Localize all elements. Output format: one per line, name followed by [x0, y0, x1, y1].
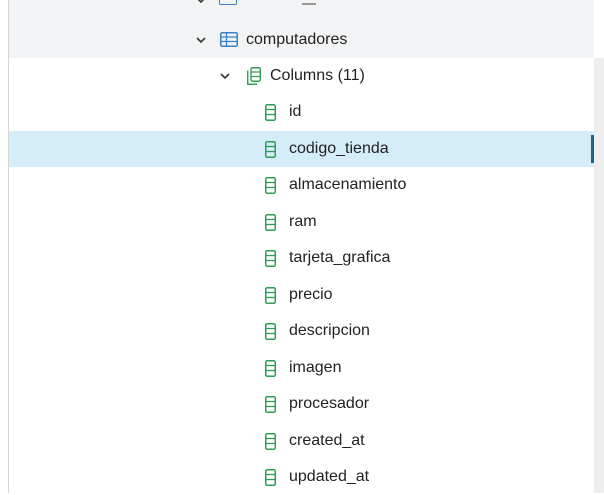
tree-item-column[interactable]: almacenamiento — [9, 167, 594, 203]
vertical-scrollbar[interactable] — [594, 58, 604, 493]
table-label: computadores — [246, 31, 348, 48]
column-icon — [265, 396, 276, 413]
tree-item-table-computadores[interactable]: computadores — [9, 22, 594, 58]
truncated-label — [302, 3, 316, 5]
tree-item-column[interactable]: id — [9, 94, 594, 130]
column-label: descripcion — [289, 322, 370, 339]
tree-item-previous-partial[interactable] — [9, 0, 594, 8]
column-icon — [265, 323, 276, 340]
column-label: procesador — [289, 395, 370, 412]
tree-item-column[interactable]: imagen — [9, 350, 594, 386]
chevron-down-icon[interactable] — [219, 70, 231, 82]
columns-folder-name: Columns — [270, 67, 334, 84]
column-icon — [265, 140, 276, 158]
column-icon — [265, 359, 276, 377]
tree-item-column[interactable]: procesador — [9, 386, 594, 422]
column-label: updated_at — [289, 468, 370, 485]
chevron-down-icon — [197, 0, 205, 4]
column-label: tarjeta_grafica — [289, 249, 391, 266]
table-icon — [219, 0, 237, 5]
column-label: ram — [289, 212, 317, 230]
tree-item-column[interactable]: updated_at — [9, 459, 594, 495]
tree-item-column[interactable]: codigo_tienda — [9, 130, 594, 167]
column-icon — [265, 177, 276, 194]
tree-item-column[interactable]: tarjeta_grafica — [9, 240, 594, 276]
table-icon — [220, 32, 238, 47]
tree-item-column[interactable]: descripcion — [9, 313, 594, 349]
columns-folder-label: Columns (11) — [270, 58, 365, 94]
column-label: created_at — [289, 431, 365, 449]
column-icon — [265, 286, 276, 304]
column-icon — [265, 432, 276, 450]
tree-item-column[interactable]: precio — [9, 277, 594, 313]
tree-item-columns-folder[interactable]: Columns (11) — [9, 58, 594, 94]
column-label: codigo_tienda — [289, 139, 389, 157]
column-icon — [265, 213, 276, 231]
tree-item-column[interactable]: created_at — [9, 423, 594, 459]
column-icon — [265, 250, 276, 267]
chevron-down-icon[interactable] — [195, 34, 207, 46]
column-label: precio — [289, 285, 333, 303]
column-label: id — [289, 103, 302, 120]
column-label: almacenamiento — [289, 176, 407, 193]
object-explorer-tree: computadores Columns (11) id codigo_tiend… — [0, 0, 604, 493]
column-icon — [265, 104, 276, 121]
tree-item-column[interactable]: ram — [9, 204, 594, 240]
column-icon — [265, 469, 276, 486]
column-label: imagen — [289, 358, 342, 376]
columns-count: (11) — [337, 67, 365, 84]
columns-icon — [247, 67, 261, 85]
